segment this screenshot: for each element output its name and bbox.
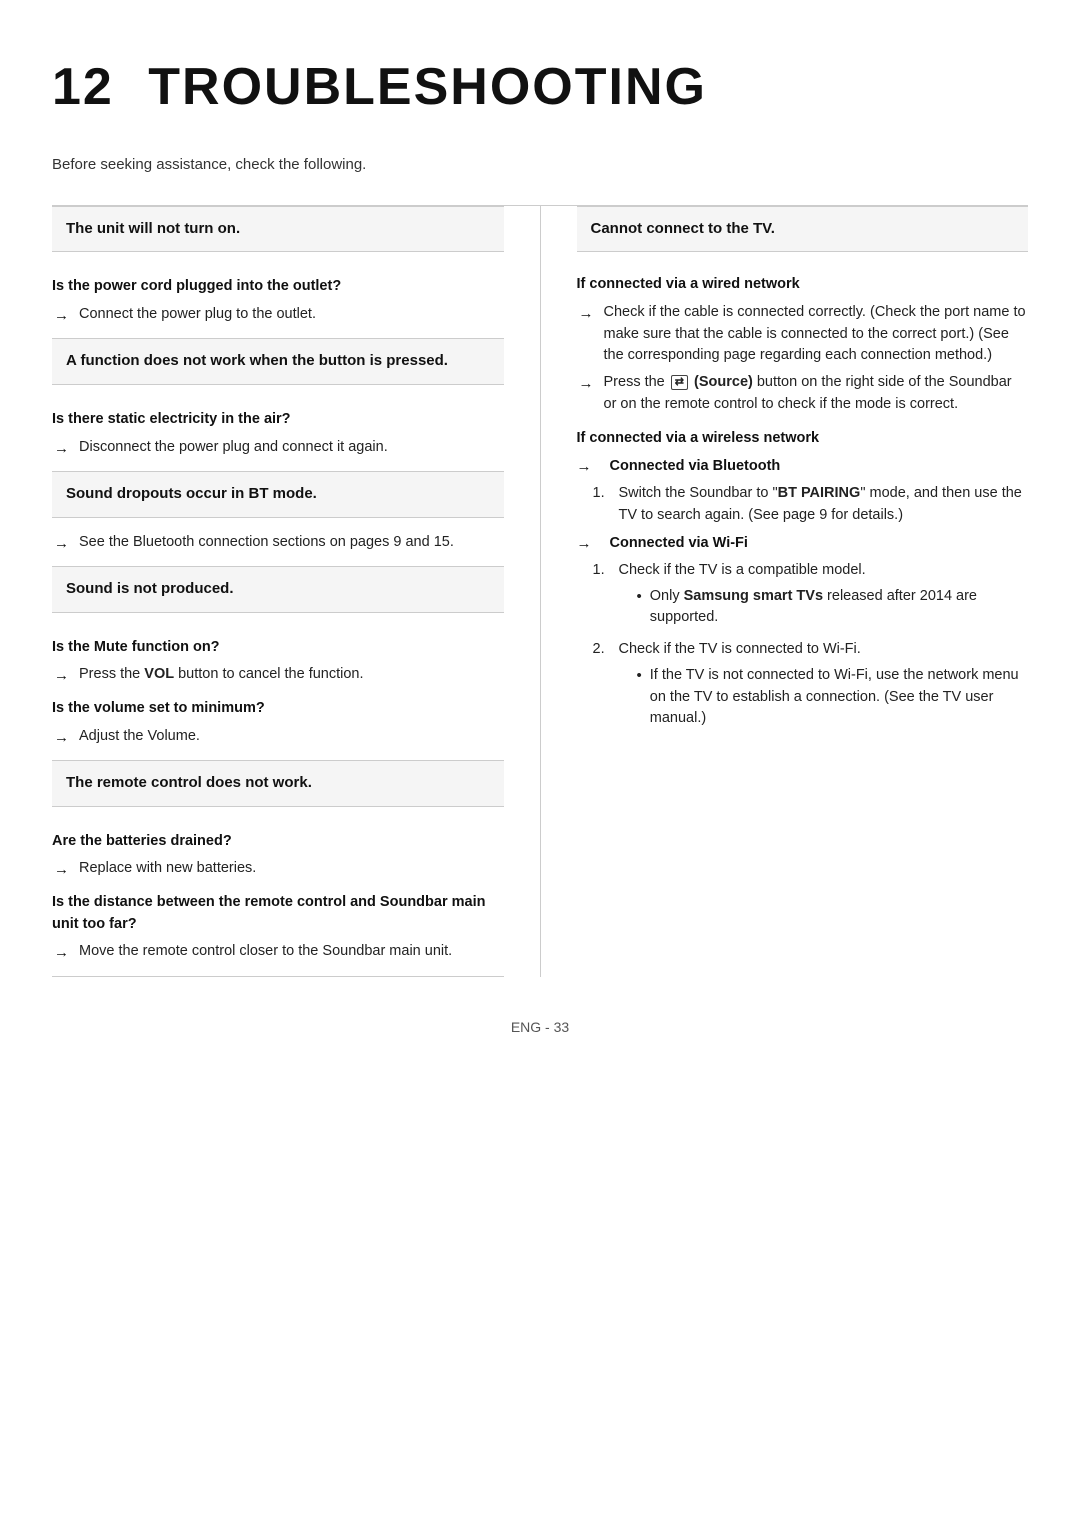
- wifi-num-2: 2.: [593, 639, 611, 661]
- section-sound-not-produced: Sound is not produced. Is the Mute funct…: [52, 567, 504, 761]
- arrow-replace-batteries: → Replace with new batteries.: [52, 858, 504, 882]
- arrow-icon-1: →: [54, 305, 69, 328]
- arrow-icon-wifi: →: [577, 533, 592, 556]
- bt-pairing-bold: BT PAIRING: [778, 485, 861, 501]
- arrow-check-cable: → Check if the cable is connected correc…: [577, 302, 1029, 367]
- arrow-text-remote: Move the remote control closer to the So…: [79, 941, 452, 963]
- wifi-bullet-2: • If the TV is not connected to Wi-Fi, u…: [619, 665, 1029, 730]
- wifi-text-2: Check if the TV is connected to Wi-Fi. •…: [619, 639, 1029, 734]
- arrow-text-cable: Check if the cable is connected correctl…: [604, 302, 1029, 367]
- arrow-text-source: Press the ⇄ (Source) button on the right…: [604, 372, 1029, 416]
- arrow-icon-4: →: [54, 665, 69, 688]
- wifi-num-1: 1.: [593, 560, 611, 582]
- wifi-numbered-1: 1. Check if the TV is a compatible model…: [593, 560, 1029, 633]
- main-layout: The unit will not turn on. Is the power …: [52, 205, 1028, 977]
- bullet-icon-1: •: [637, 586, 642, 609]
- subtitle: Before seeking assistance, check the fol…: [52, 154, 1028, 177]
- arrow-icon-r1: →: [579, 303, 594, 326]
- arrow-text-3: See the Bluetooth connection sections on…: [79, 532, 454, 554]
- question-mute: Is the Mute function on?: [52, 637, 504, 659]
- page-title: 12 TROUBLESHOOTING: [52, 48, 1028, 126]
- wifi-bullet-1: • Only Samsung smart TVs released after …: [619, 586, 1029, 630]
- bluetooth-label-row: → Connected via Bluetooth: [577, 455, 1029, 479]
- arrow-icon-7: →: [54, 942, 69, 965]
- section-content-dropouts: → See the Bluetooth connection sections …: [52, 518, 504, 567]
- left-column: The unit will not turn on. Is the power …: [52, 206, 541, 977]
- footer: ENG - 33: [52, 1017, 1028, 1038]
- section-header-unit: The unit will not turn on.: [52, 207, 504, 253]
- section-content-unit: Is the power cord plugged into the outle…: [52, 252, 504, 338]
- arrow-move-remote: → Move the remote control closer to the …: [52, 941, 504, 965]
- section-unit-not-turn-on: The unit will not turn on. Is the power …: [52, 206, 504, 340]
- arrow-icon-2: →: [54, 438, 69, 461]
- arrow-adjust-volume: → Adjust the Volume.: [52, 726, 504, 750]
- wireless-network-label: If connected via a wireless network: [577, 428, 1029, 450]
- arrow-text-2: Disconnect the power plug and connect it…: [79, 437, 388, 459]
- vol-bold: VOL: [144, 666, 174, 682]
- section-sound-dropouts: Sound dropouts occur in BT mode. → See t…: [52, 472, 504, 567]
- section-remote-not-work: The remote control does not work. Are th…: [52, 761, 504, 977]
- question-distance: Is the distance between the remote contr…: [52, 892, 504, 936]
- arrow-text-vol: Press the VOL button to cancel the funct…: [79, 664, 364, 686]
- arrow-vol-button: → Press the VOL button to cancel the fun…: [52, 664, 504, 688]
- arrow-text-batteries: Replace with new batteries.: [79, 858, 256, 880]
- bluetooth-items: 1. Switch the Soundbar to "BT PAIRING" m…: [577, 483, 1029, 527]
- wired-network-label: If connected via a wired network: [577, 274, 1029, 296]
- arrow-disconnect: → Disconnect the power plug and connect …: [52, 437, 504, 461]
- footer-page: ENG - 33: [511, 1019, 569, 1035]
- bt-text-1: Switch the Soundbar to "BT PAIRING" mode…: [619, 483, 1029, 527]
- samsung-tvs-bold: Samsung smart TVs: [684, 588, 823, 604]
- wifi-bullet-text-2: If the TV is not connected to Wi-Fi, use…: [650, 665, 1028, 730]
- wifi-label-row: → Connected via Wi-Fi: [577, 532, 1029, 556]
- section-content-sound: Is the Mute function on? → Press the VOL…: [52, 613, 504, 761]
- bullet-icon-2: •: [637, 665, 642, 688]
- wifi-label: Connected via Wi-Fi: [610, 533, 748, 555]
- arrow-text-volume: Adjust the Volume.: [79, 726, 200, 748]
- wifi-bullet-text-1: Only Samsung smart TVs released after 20…: [650, 586, 1028, 630]
- right-section-content: If connected via a wired network → Check…: [577, 252, 1029, 746]
- arrow-icon-6: →: [54, 859, 69, 882]
- section-function-not-work: A function does not work when the button…: [52, 339, 504, 472]
- question-static: Is there static electricity in the air?: [52, 409, 504, 431]
- arrow-icon-3: →: [54, 533, 69, 556]
- arrow-icon-5: →: [54, 727, 69, 750]
- section-header-dropouts: Sound dropouts occur in BT mode.: [52, 472, 504, 518]
- right-section-header: Cannot connect to the TV.: [577, 206, 1029, 253]
- arrow-bluetooth-sections: → See the Bluetooth connection sections …: [52, 532, 504, 556]
- section-content-function: Is there static electricity in the air? …: [52, 385, 504, 471]
- arrow-icon-bt: →: [577, 456, 592, 479]
- section-content-remote: Are the batteries drained? → Replace wit…: [52, 807, 504, 976]
- bt-num-1: 1.: [593, 483, 611, 505]
- arrow-icon-r2: →: [579, 373, 594, 396]
- bt-numbered-1: 1. Switch the Soundbar to "BT PAIRING" m…: [593, 483, 1029, 527]
- wifi-items: 1. Check if the TV is a compatible model…: [577, 560, 1029, 734]
- source-bold: (Source): [690, 374, 753, 390]
- arrow-text-1: Connect the power plug to the outlet.: [79, 304, 316, 326]
- wifi-text-1: Check if the TV is a compatible model. •…: [619, 560, 1029, 633]
- question-volume-min: Is the volume set to minimum?: [52, 698, 504, 720]
- source-icon: ⇄: [671, 375, 688, 390]
- question-batteries: Are the batteries drained?: [52, 831, 504, 853]
- section-header-remote: The remote control does not work.: [52, 761, 504, 807]
- section-header-function: A function does not work when the button…: [52, 339, 504, 385]
- right-column: Cannot connect to the TV. If connected v…: [541, 206, 1029, 977]
- wifi-numbered-2: 2. Check if the TV is connected to Wi-Fi…: [593, 639, 1029, 734]
- section-header-sound: Sound is not produced.: [52, 567, 504, 613]
- bluetooth-label: Connected via Bluetooth: [610, 456, 781, 478]
- question-power-cord: Is the power cord plugged into the outle…: [52, 276, 504, 298]
- arrow-source-button: → Press the ⇄ (Source) button on the rig…: [577, 372, 1029, 416]
- arrow-connect-power: → Connect the power plug to the outlet.: [52, 304, 504, 328]
